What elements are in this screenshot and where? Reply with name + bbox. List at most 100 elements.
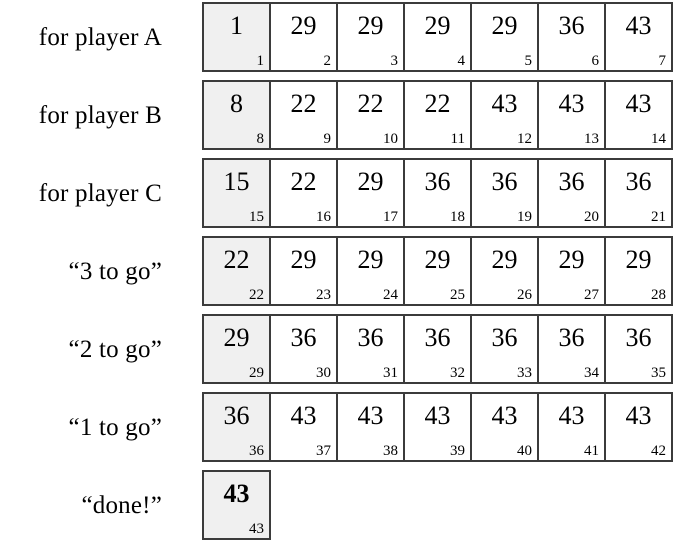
table-cell: 43 37 xyxy=(269,392,338,462)
table-row: “3 to go” 22 22 29 23 29 24 29 25 29 26 29 27 29 28 xyxy=(0,236,685,306)
cell-index: 7 xyxy=(658,53,667,69)
cell-value: 36 xyxy=(558,11,585,40)
row-label: for player A xyxy=(38,23,162,51)
table-cell: 88 xyxy=(202,80,271,150)
table-row: “done!” 43 43 xyxy=(0,470,685,540)
row-label: “2 to go” xyxy=(68,335,162,363)
cell-value: 36 xyxy=(424,167,451,196)
table-cell: 36 19 xyxy=(470,158,539,228)
table-cell: 43 38 xyxy=(336,392,405,462)
cell-value: 36 xyxy=(491,323,518,352)
table-cell: 36 6 xyxy=(537,2,606,72)
cell-value: 43 xyxy=(558,89,585,118)
cell-index: 41 xyxy=(584,443,599,459)
row-cells: 43 43 xyxy=(202,470,271,540)
cell-index: 13 xyxy=(584,131,599,147)
table-cell: 22 22 xyxy=(202,236,271,306)
cell-index: 5 xyxy=(524,53,533,69)
cell-index: 32 xyxy=(450,365,465,381)
cell-index: 28 xyxy=(651,287,666,303)
cell-index: 23 xyxy=(316,287,331,303)
cell-index: 18 xyxy=(450,209,465,225)
table-cell: 36 18 xyxy=(403,158,472,228)
cell-index: 40 xyxy=(517,443,532,459)
cell-value: 22 xyxy=(290,167,317,196)
cell-index: 11 xyxy=(450,131,465,147)
table-cell: 29 29 xyxy=(202,314,271,384)
cell-value: 43 xyxy=(491,401,518,430)
table-cell: 43 12 xyxy=(470,80,539,150)
cell-value: 43 xyxy=(625,401,652,430)
cell-value: 29 xyxy=(357,11,384,40)
table-cell: 29 23 xyxy=(269,236,338,306)
cell-value: 36 xyxy=(491,167,518,196)
table-cell: 29 28 xyxy=(604,236,673,306)
cell-value: 22 xyxy=(223,245,250,274)
table-cell: 36 35 xyxy=(604,314,673,384)
table-cell: 29 17 xyxy=(336,158,405,228)
cell-index: 38 xyxy=(383,443,398,459)
cell-value: 15 xyxy=(223,167,250,196)
table-cell: 36 32 xyxy=(403,314,472,384)
cell-index: 8 xyxy=(256,131,265,147)
row-cells: 29 29 36 30 36 31 36 32 36 33 36 34 36 35 xyxy=(202,314,673,384)
row-cells: 1 1 29 2 29 3 29 4 29 5 36 6 43 7 xyxy=(202,2,673,72)
cell-value: 29 xyxy=(491,245,518,274)
table-row: “2 to go” 29 29 36 30 36 31 36 32 36 33 36 34 36 35 xyxy=(0,314,685,384)
cell-value: 29 xyxy=(424,11,451,40)
row-label: “1 to go” xyxy=(68,413,162,441)
cell-index: 22 xyxy=(249,287,264,303)
cell-index: 21 xyxy=(651,209,666,225)
cell-value: 36 xyxy=(290,323,317,352)
cell-value: 1 xyxy=(230,11,243,40)
cell-index: 29 xyxy=(249,365,264,381)
table-cell: 29 27 xyxy=(537,236,606,306)
cell-index: 31 xyxy=(383,365,398,381)
cell-value: 29 xyxy=(290,11,317,40)
table-cell: 36 34 xyxy=(537,314,606,384)
row-cells: 15 15 22 16 29 17 36 18 36 19 36 20 36 21 xyxy=(202,158,673,228)
table-row: for player C 15 15 22 16 29 17 36 18 36 19 36 20 36 21 xyxy=(0,158,685,228)
table-cell: 43 43 xyxy=(202,470,271,540)
table-cell: 22 11 xyxy=(403,80,472,150)
cell-value: 29 xyxy=(424,245,451,274)
cell-index: 27 xyxy=(584,287,599,303)
row-cells: 8 8 22 9 22 10 22 11 43 12 43 13 43 14 xyxy=(202,80,673,150)
cell-value: 22 xyxy=(290,89,317,118)
cell-index: 16 xyxy=(316,209,331,225)
cell-value: 43 xyxy=(290,401,317,430)
cell-index: 17 xyxy=(383,209,398,225)
cell-value: 43 xyxy=(491,89,518,118)
cell-index: 33 xyxy=(517,365,532,381)
cell-value: 43 xyxy=(223,479,250,508)
cell-index: 42 xyxy=(651,443,666,459)
table-cell: 36 21 xyxy=(604,158,673,228)
table-cell: 36 36 xyxy=(202,392,271,462)
cell-index: 39 xyxy=(450,443,465,459)
cell-value: 43 xyxy=(357,401,384,430)
table-cell: 22 9 xyxy=(269,80,338,150)
table-cell: 29 5 xyxy=(470,2,539,72)
cell-value: 29 xyxy=(558,245,585,274)
cell-index: 1 xyxy=(256,53,265,69)
table-cell: 43 13 xyxy=(537,80,606,150)
cell-index: 2 xyxy=(323,53,332,69)
table-cell: 43 7 xyxy=(604,2,673,72)
table-cell: 36 31 xyxy=(336,314,405,384)
cell-value: 36 xyxy=(223,401,250,430)
table-cell: 43 39 xyxy=(403,392,472,462)
cell-value: 29 xyxy=(625,245,652,274)
cell-value: 36 xyxy=(424,323,451,352)
row-cells: 22 22 29 23 29 24 29 25 29 26 29 27 29 28 xyxy=(202,236,673,306)
cell-value: 36 xyxy=(625,167,652,196)
cell-index: 12 xyxy=(517,131,532,147)
cell-index: 43 xyxy=(249,521,264,537)
cell-index: 9 xyxy=(323,131,332,147)
table-figure: for player A 1 1 29 2 29 3 29 4 29 5 36 6 43 7 for play… xyxy=(0,0,685,547)
cell-index: 10 xyxy=(383,131,398,147)
cell-index: 35 xyxy=(651,365,666,381)
table-cell: 36 33 xyxy=(470,314,539,384)
cell-value: 36 xyxy=(558,323,585,352)
cell-value: 43 xyxy=(424,401,451,430)
row-label: for player B xyxy=(38,101,162,129)
